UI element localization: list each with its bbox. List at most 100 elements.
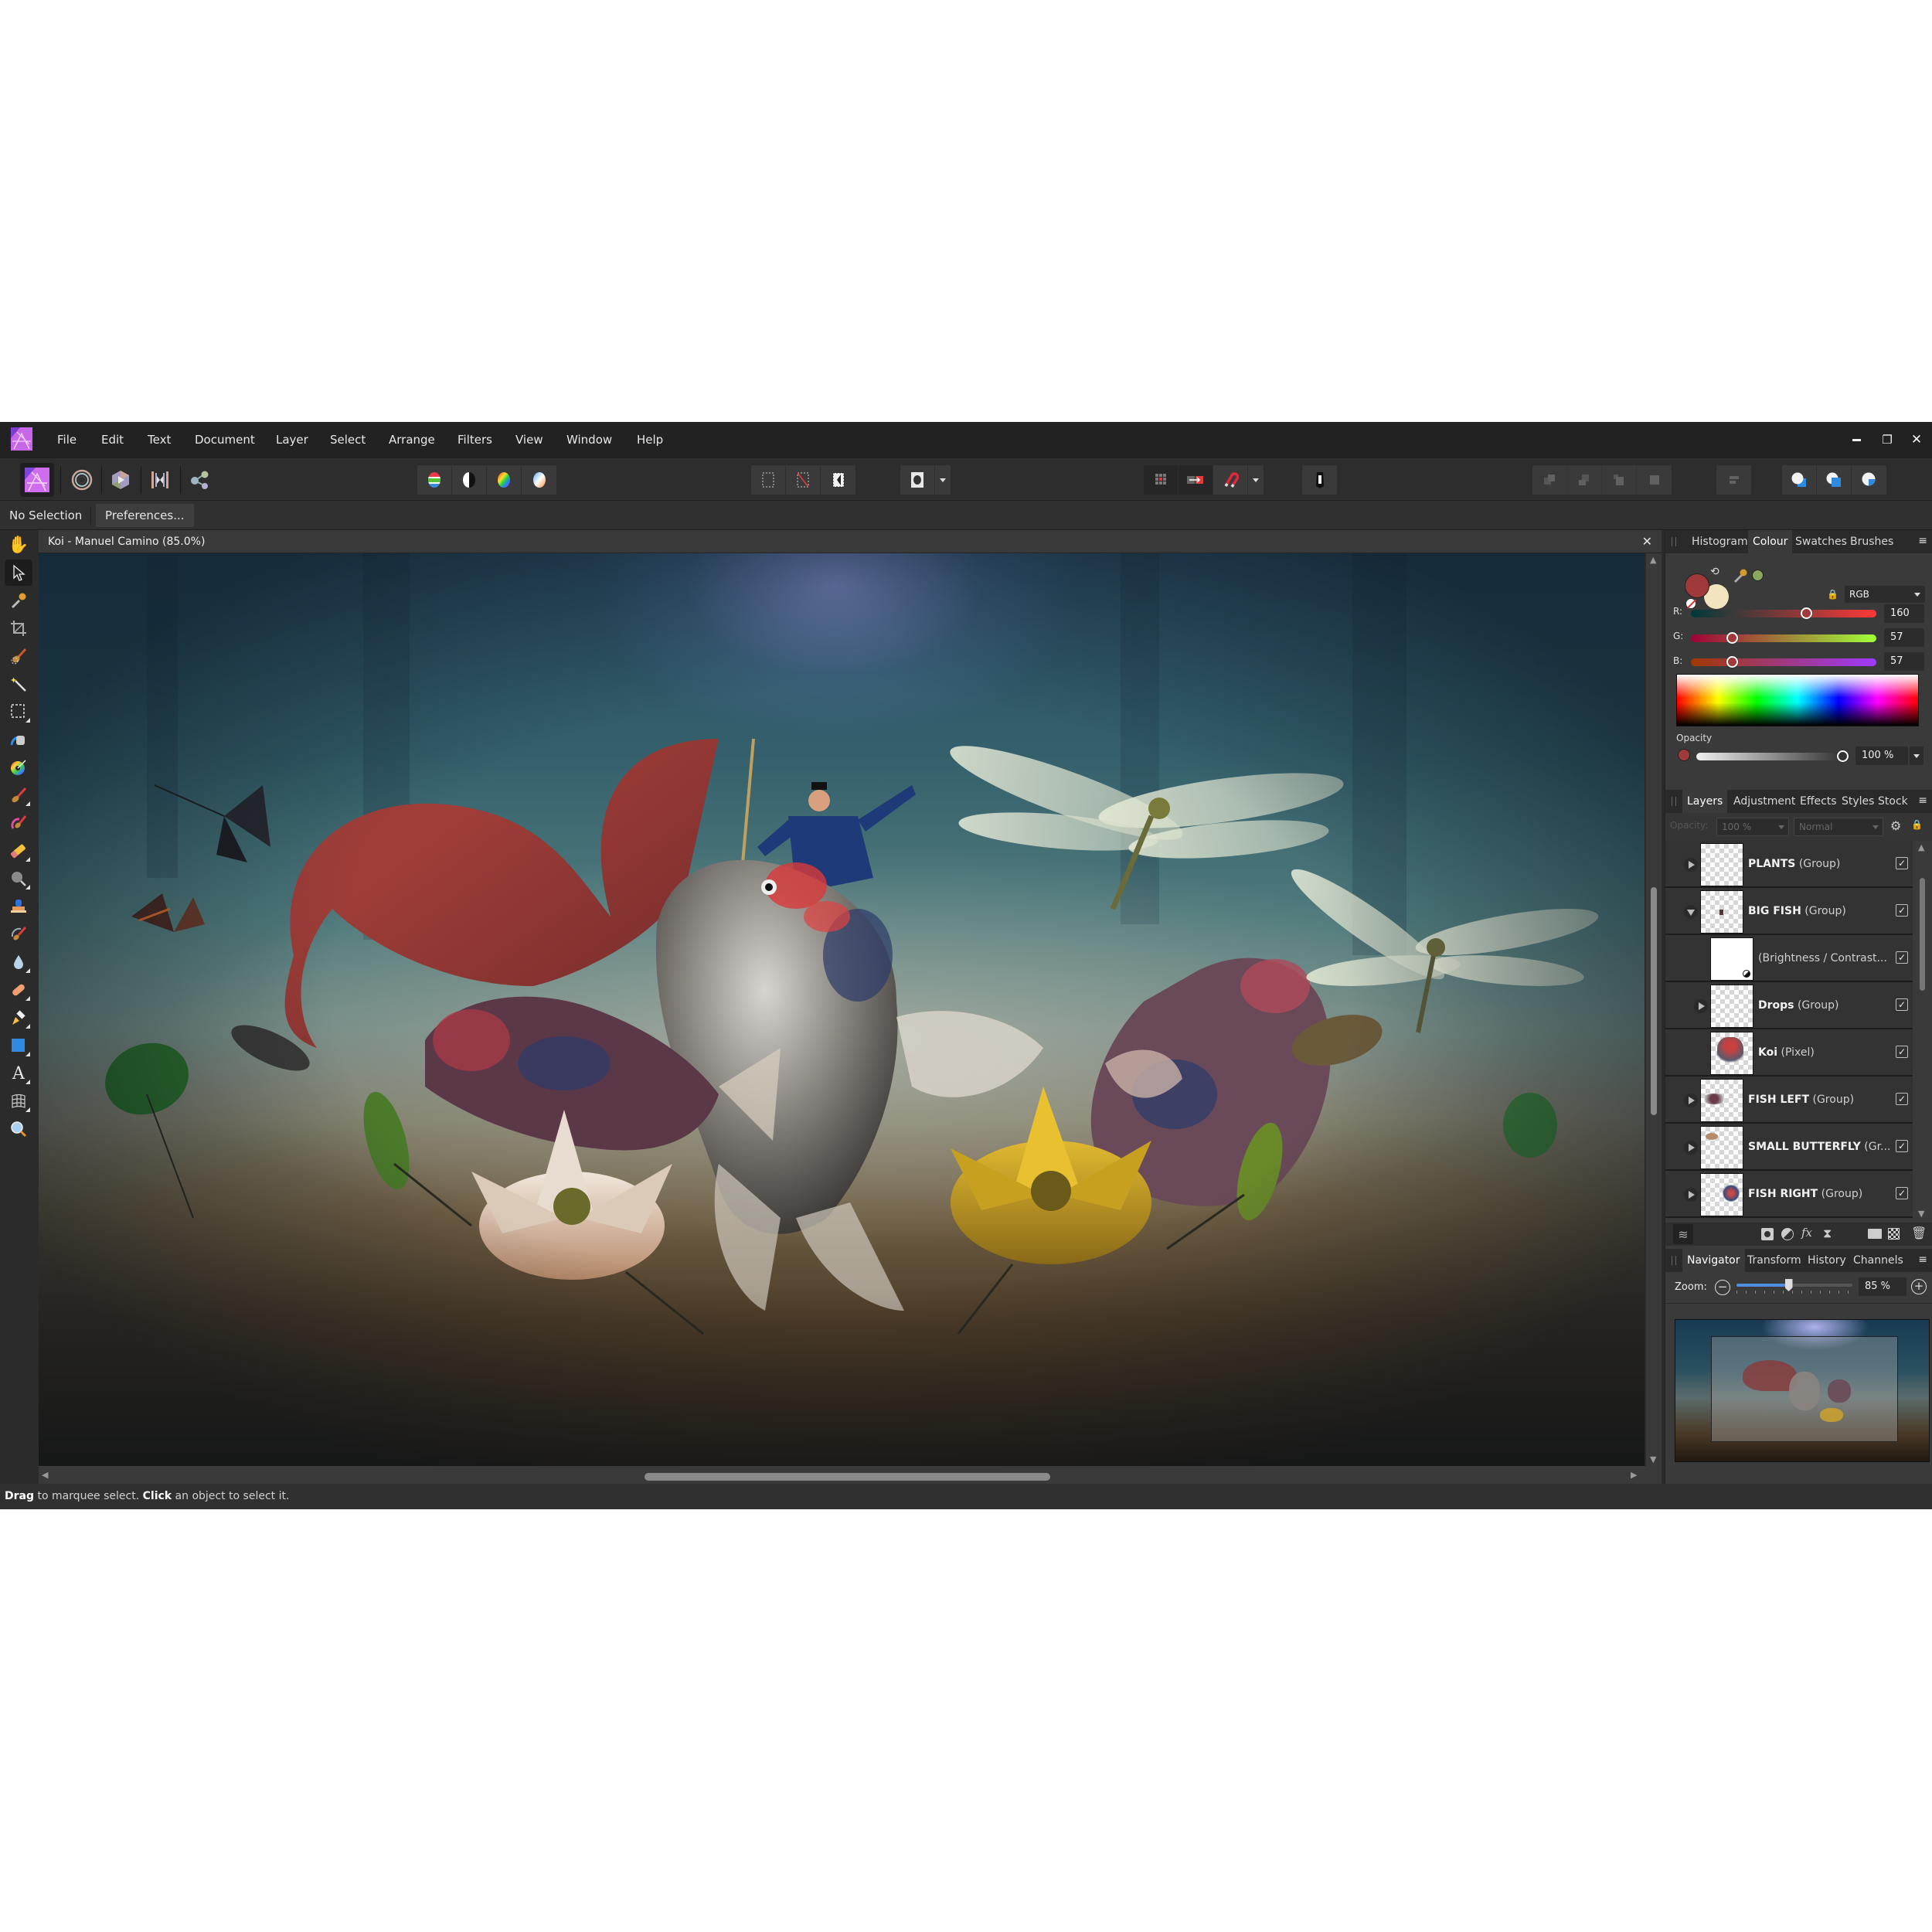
- panel-menu-icon[interactable]: ≡: [1918, 1253, 1927, 1266]
- snapping-dropdown[interactable]: [1248, 465, 1264, 495]
- force-pixel-alignment-button[interactable]: [1179, 465, 1213, 495]
- tab-brushes[interactable]: Brushes: [1845, 530, 1898, 553]
- assistant-button[interactable]: [1302, 465, 1337, 495]
- grid-snapping-button[interactable]: [1144, 465, 1179, 495]
- blue-slider-knob[interactable]: [1726, 656, 1738, 668]
- zoom-slider-knob[interactable]: [1784, 1279, 1793, 1291]
- preferences-button[interactable]: Preferences...: [96, 504, 194, 527]
- scroll-up-icon[interactable]: ▲: [1918, 842, 1924, 852]
- intersect-boolean-button[interactable]: [1852, 465, 1886, 495]
- panel-grip-handle[interactable]: [1672, 797, 1676, 806]
- layer-visibility-checkbox[interactable]: ✓: [1896, 904, 1908, 917]
- auto-colours-button[interactable]: [487, 465, 522, 495]
- document-tab-title[interactable]: Koi - Manuel Camino (85.0%): [48, 530, 205, 553]
- zoom-in-button[interactable]: +: [1911, 1279, 1927, 1294]
- lock-icon[interactable]: 🔒: [1911, 819, 1923, 830]
- move-to-back-button[interactable]: [1532, 465, 1567, 495]
- move-forward-one-button[interactable]: [1602, 465, 1637, 495]
- menu-layer[interactable]: Layer: [271, 422, 313, 457]
- opacity-dropdown[interactable]: [1910, 747, 1923, 765]
- pixel-layer-icon[interactable]: [1888, 1228, 1900, 1240]
- blue-slider[interactable]: [1691, 658, 1876, 666]
- layers-stack-icon[interactable]: ≋: [1673, 1224, 1693, 1244]
- menu-select[interactable]: Select: [325, 422, 370, 457]
- panel-menu-icon[interactable]: ≡: [1918, 794, 1927, 807]
- auto-contrast-button[interactable]: [452, 465, 487, 495]
- layer-visibility-checkbox[interactable]: ✓: [1896, 998, 1908, 1011]
- tool-colour-replacement[interactable]: [5, 810, 32, 836]
- add-boolean-button[interactable]: [1782, 465, 1817, 495]
- marquee-selection-button[interactable]: [751, 465, 786, 495]
- menu-help[interactable]: Help: [632, 422, 668, 457]
- expand-arrow-icon[interactable]: [1684, 1094, 1698, 1107]
- tool-rectangle[interactable]: [5, 1032, 32, 1059]
- tool-view[interactable]: ✋: [5, 532, 32, 558]
- layer-visibility-checkbox[interactable]: ✓: [1896, 1187, 1908, 1199]
- develop-persona-button[interactable]: [104, 463, 138, 497]
- invert-selection-button[interactable]: [821, 465, 855, 495]
- vertical-scroll-thumb[interactable]: [1651, 887, 1657, 1115]
- panel-grip-handle[interactable]: [1672, 537, 1676, 546]
- scroll-down-icon[interactable]: ▼: [1918, 1209, 1924, 1219]
- green-value-field[interactable]: 57: [1884, 628, 1924, 647]
- primary-colour-swatch[interactable]: [1685, 573, 1709, 598]
- navigator-preview[interactable]: [1675, 1319, 1930, 1462]
- minimize-button[interactable]: [1842, 422, 1870, 457]
- layers-scroll-thumb[interactable]: [1920, 878, 1925, 991]
- tab-history[interactable]: History: [1803, 1249, 1851, 1272]
- horizontal-scroll-thumb[interactable]: [645, 1473, 1050, 1481]
- tool-dodge[interactable]: [5, 866, 32, 892]
- tool-zoom[interactable]: [5, 1116, 32, 1142]
- expand-arrow-icon[interactable]: [1684, 858, 1698, 872]
- canvas[interactable]: [39, 553, 1645, 1466]
- layer-row[interactable]: (Brightness / Contrast... ✓: [1665, 935, 1913, 982]
- tab-transform[interactable]: Transform: [1743, 1249, 1806, 1272]
- menu-window[interactable]: Window: [562, 422, 617, 457]
- menu-edit[interactable]: Edit: [97, 422, 128, 457]
- collapse-arrow-icon[interactable]: [1684, 905, 1698, 919]
- move-to-front-button[interactable]: [1637, 465, 1672, 495]
- mask-layer-icon[interactable]: [1761, 1228, 1774, 1240]
- swap-colours-icon[interactable]: ⟲: [1710, 566, 1719, 578]
- tool-selection-brush[interactable]: [5, 643, 32, 669]
- gear-icon[interactable]: ⚙: [1890, 818, 1901, 833]
- deselect-button[interactable]: [786, 465, 821, 495]
- snapping-button[interactable]: [1213, 465, 1248, 495]
- vertical-scrollbar[interactable]: ▲ ▼: [1646, 553, 1662, 1466]
- layer-row[interactable]: SMALL BUTTERFLY (Gr... ✓: [1665, 1124, 1913, 1171]
- layer-visibility-checkbox[interactable]: ✓: [1896, 1093, 1908, 1105]
- live-filter-hourglass-icon[interactable]: ⧗: [1823, 1226, 1832, 1241]
- layer-visibility-checkbox[interactable]: ✓: [1896, 1140, 1908, 1152]
- panel-menu-icon[interactable]: ≡: [1918, 535, 1927, 547]
- expand-arrow-icon[interactable]: [1684, 1188, 1698, 1202]
- layer-row[interactable]: BIG FISH (Group) ✓: [1665, 888, 1913, 935]
- tool-healing[interactable]: [5, 977, 32, 1003]
- quick-mask-button[interactable]: [900, 465, 935, 495]
- blue-value-field[interactable]: 57: [1884, 652, 1924, 671]
- tab-swatches[interactable]: Swatches: [1791, 530, 1852, 553]
- menu-text[interactable]: Text: [143, 422, 175, 457]
- colour-spectrum[interactable]: [1676, 674, 1919, 726]
- tab-effects[interactable]: Effects: [1795, 790, 1842, 813]
- horizontal-scrollbar[interactable]: ◀ ▶: [39, 1466, 1662, 1484]
- tab-layers[interactable]: Layers: [1682, 790, 1728, 813]
- tool-flood-select[interactable]: ✦: [5, 671, 32, 697]
- layer-visibility-checkbox[interactable]: ✓: [1896, 857, 1908, 869]
- liquify-persona-button[interactable]: [65, 463, 99, 497]
- close-document-button[interactable]: ✕: [1642, 530, 1652, 553]
- scroll-down-icon[interactable]: ▼: [1650, 1454, 1656, 1464]
- fx-icon[interactable]: fx: [1801, 1226, 1812, 1240]
- tab-navigator[interactable]: Navigator: [1682, 1249, 1745, 1272]
- tool-crop[interactable]: [5, 615, 32, 641]
- picked-colour-swatch[interactable]: [1752, 570, 1764, 581]
- opacity-slider[interactable]: [1696, 753, 1843, 760]
- zoom-out-button[interactable]: −: [1715, 1280, 1730, 1295]
- green-slider-knob[interactable]: [1726, 632, 1738, 644]
- layer-row[interactable]: Drops (Group) ✓: [1665, 982, 1913, 1029]
- layer-row[interactable]: PLANTS (Group) ✓: [1665, 841, 1913, 888]
- menu-file[interactable]: File: [53, 422, 81, 457]
- auto-levels-button[interactable]: [417, 465, 452, 495]
- export-persona-button[interactable]: [182, 463, 216, 497]
- panel-grip-handle[interactable]: [1672, 1256, 1676, 1265]
- tool-clone[interactable]: [5, 893, 32, 920]
